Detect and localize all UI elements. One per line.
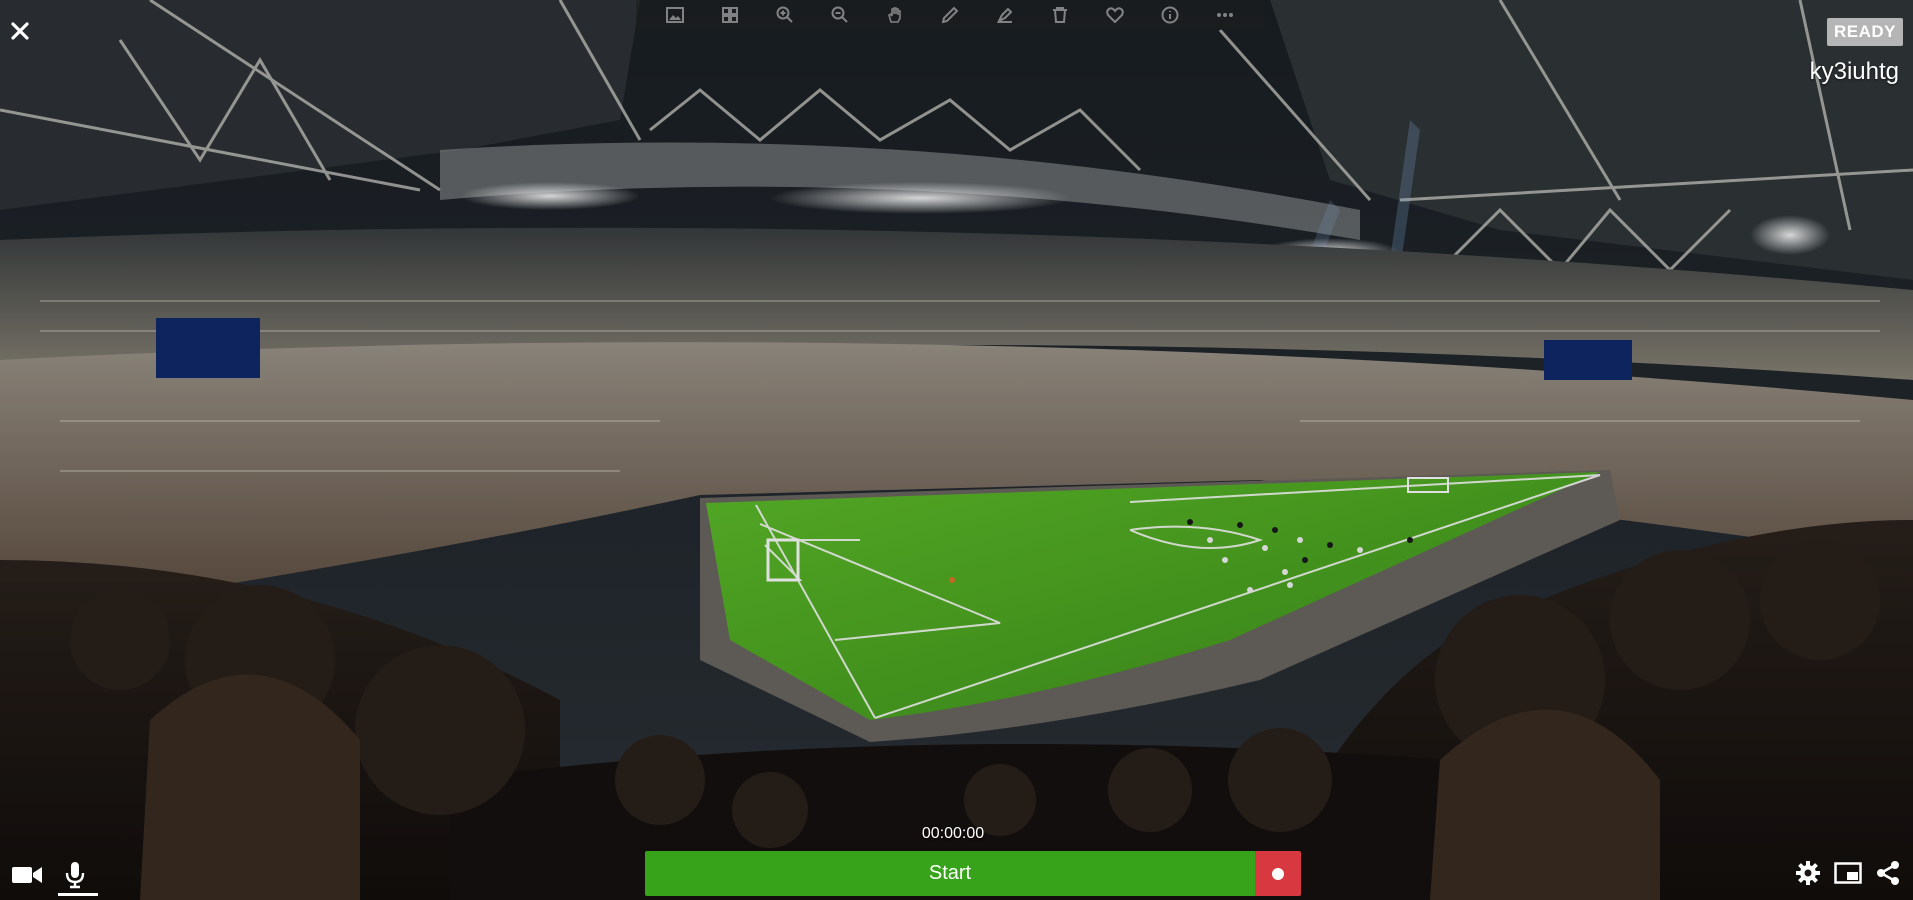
microphone-icon — [65, 862, 85, 889]
bottom-right-controls — [1793, 856, 1903, 890]
annotation-toolbar — [636, 0, 1264, 30]
start-button[interactable]: Start — [645, 851, 1255, 896]
picture-in-picture-button[interactable] — [1833, 856, 1863, 890]
more-icon[interactable] — [1214, 4, 1236, 26]
hand-icon[interactable] — [884, 4, 906, 26]
record-controls: Start — [645, 851, 1301, 896]
recording-timer: 00:00:00 — [921, 825, 985, 842]
microphone-toggle-button[interactable] — [56, 856, 98, 896]
microphone-active-indicator — [58, 893, 98, 896]
image-icon[interactable] — [664, 4, 686, 26]
camera-toggle-button[interactable] — [8, 856, 46, 894]
grid-icon[interactable] — [719, 4, 741, 26]
trash-icon[interactable] — [1049, 4, 1071, 26]
heart-icon[interactable] — [1104, 4, 1126, 26]
recorder-stage: READY ky3iuhtg 00:00:00 Start — [0, 0, 1913, 900]
record-dot-icon — [1272, 867, 1284, 880]
pencil-icon[interactable] — [939, 4, 961, 26]
picture-in-picture-icon — [1834, 862, 1862, 884]
session-id-label: ky3iuhtg — [1809, 58, 1899, 85]
share-button[interactable] — [1873, 856, 1903, 890]
close-icon — [11, 22, 29, 40]
marker-icon[interactable] — [994, 4, 1016, 26]
share-icon — [1877, 861, 1899, 885]
close-button[interactable] — [8, 20, 32, 44]
status-badge: READY — [1826, 18, 1903, 46]
gear-icon — [1796, 861, 1820, 885]
camera-icon — [12, 867, 42, 883]
info-icon[interactable] — [1159, 4, 1181, 26]
record-button[interactable] — [1255, 851, 1301, 896]
stadium-background-image — [0, 0, 1913, 900]
media-toggles — [8, 856, 98, 896]
settings-button[interactable] — [1793, 856, 1823, 890]
zoom-in-icon[interactable] — [774, 4, 796, 26]
zoom-out-icon[interactable] — [829, 4, 851, 26]
